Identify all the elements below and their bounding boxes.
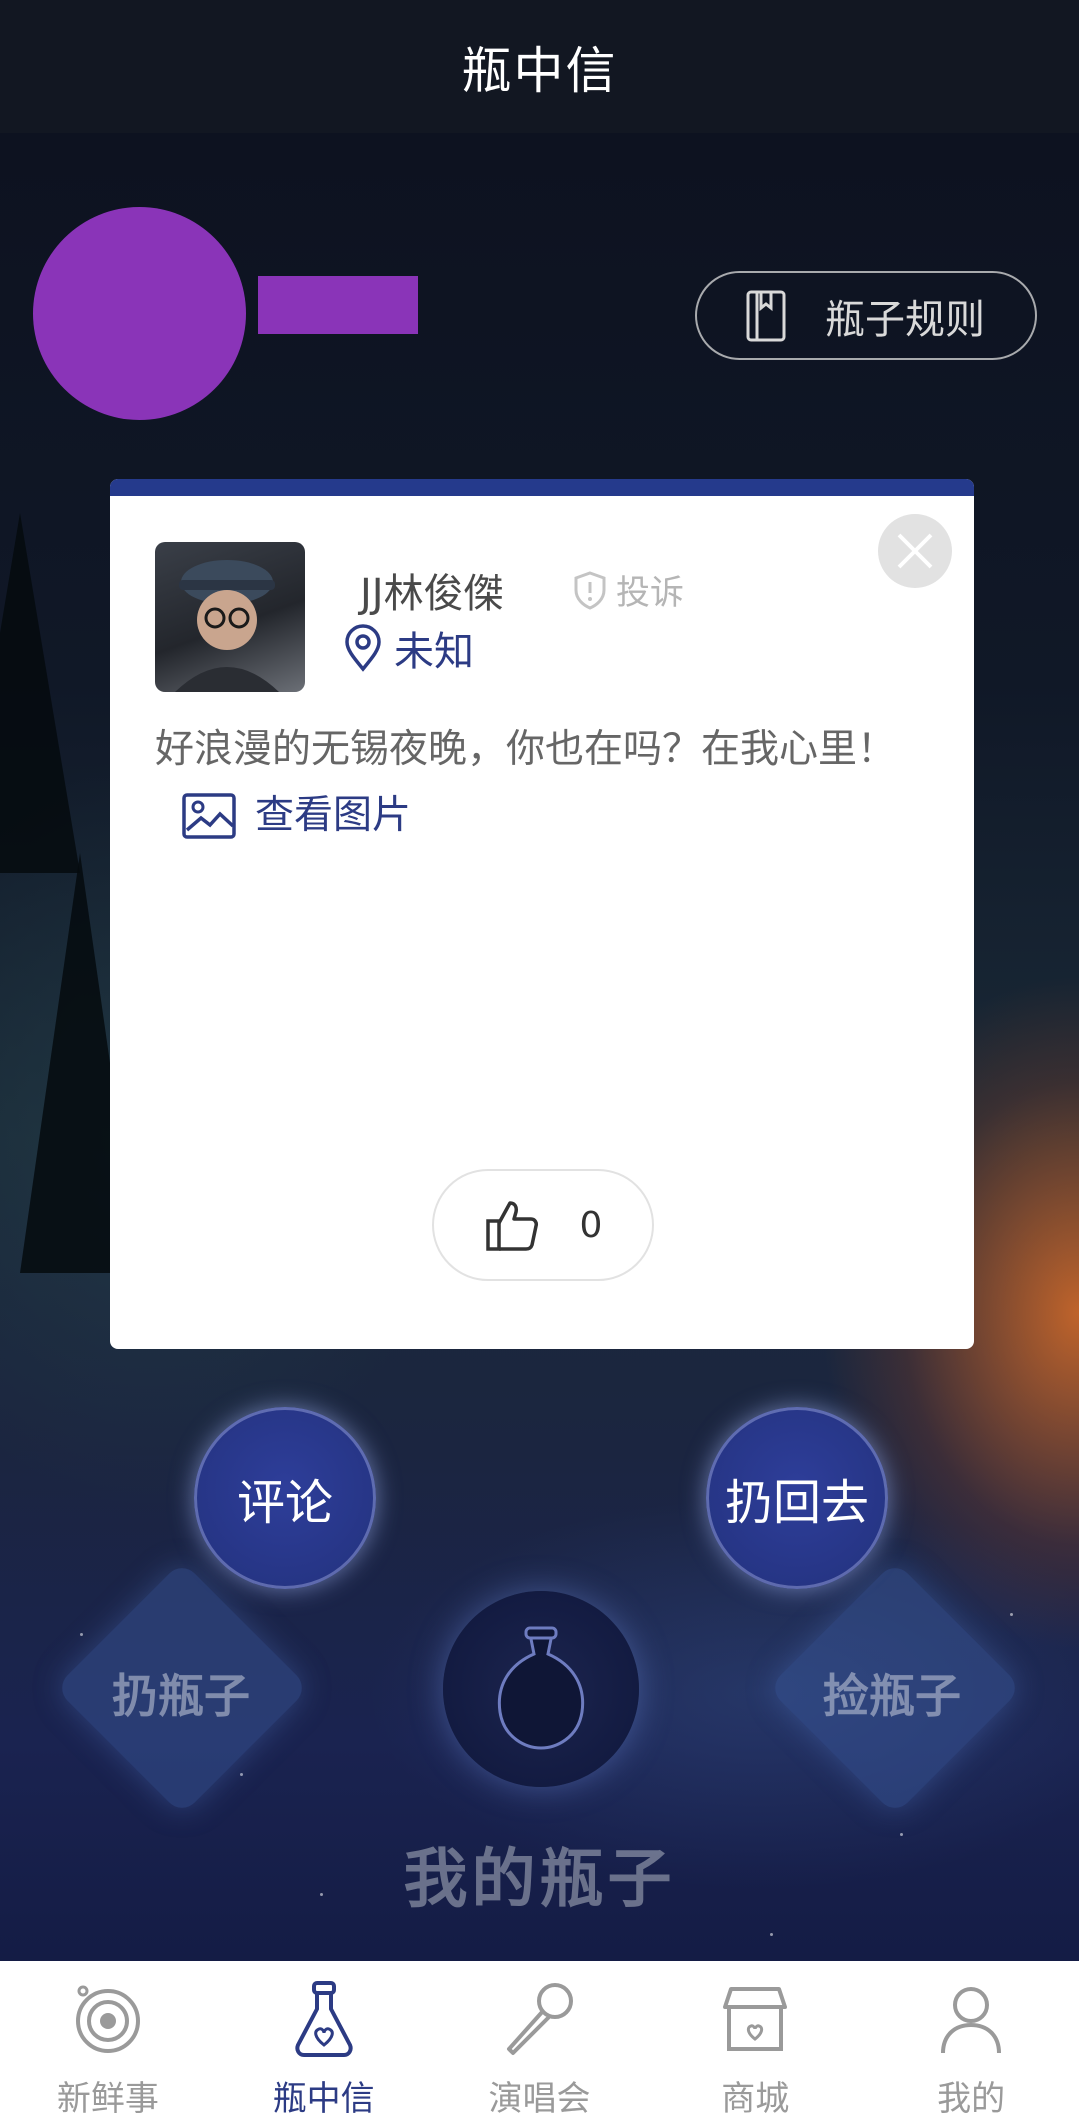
profile-name — [258, 276, 418, 334]
bottle-message-card: JJ林俊傑 投诉 未知 好浪漫的无锡夜晚，你也在吗？在我心里！ 查看图片 0 — [110, 479, 974, 1349]
close-icon — [897, 533, 933, 569]
throw-bottle-label: 扔瓶子 — [112, 1669, 250, 1723]
location-label: 未知 — [394, 629, 474, 675]
image-icon — [182, 793, 236, 839]
tab-store[interactable]: 商城 — [647, 1961, 863, 2123]
tab-bottle-letter[interactable]: 瓶中信 — [216, 1961, 432, 2123]
person-photo-icon — [175, 560, 279, 692]
card-top-stripe — [110, 479, 974, 496]
comment-label: 评论 — [236, 1475, 333, 1531]
view-image-label: 查看图片 — [255, 793, 412, 838]
target-icon — [75, 1985, 140, 2053]
top-bar: 瓶中信 — [0, 0, 1079, 133]
location-pin-icon — [345, 624, 381, 672]
comment-button[interactable]: 评论 — [194, 1407, 376, 1589]
tab-concert[interactable]: 演唱会 — [432, 1961, 648, 2123]
tab-bottle-letter-label: 瓶中信 — [272, 2079, 375, 2119]
like-count: 0 — [579, 1204, 603, 1246]
tab-concert-label: 演唱会 — [488, 2079, 591, 2119]
shield-alert-icon — [574, 570, 606, 610]
bottom-tab-bar: 新鲜事 瓶中信 演唱会 商城 我的 — [0, 1961, 1079, 2123]
tab-news-label: 新鲜事 — [56, 2079, 159, 2119]
like-button[interactable]: 0 — [432, 1169, 654, 1281]
pick-bottle-label: 捡瓶子 — [823, 1669, 961, 1723]
report-label: 投诉 — [616, 573, 684, 613]
throw-back-button[interactable]: 扔回去 — [706, 1407, 888, 1589]
throw-back-label: 扔回去 — [724, 1475, 869, 1531]
book-icon — [746, 290, 786, 341]
my-bottles-label: 我的瓶子 — [403, 1843, 676, 1917]
sender-name: JJ林俊傑 — [360, 571, 504, 617]
report-button[interactable]: 投诉 — [572, 565, 684, 614]
tab-me[interactable]: 我的 — [863, 1961, 1079, 2123]
thumbs-up-icon — [485, 1201, 538, 1251]
page-title: 瓶中信 — [461, 41, 618, 100]
my-bottles-button[interactable] — [443, 1591, 639, 1787]
bottle-icon — [295, 1981, 353, 2057]
bottle-bag-icon — [497, 1626, 585, 1750]
tab-news[interactable]: 新鲜事 — [0, 1961, 216, 2123]
bottle-rules-label: 瓶子规则 — [825, 296, 985, 343]
bottle-rules-button[interactable]: 瓶子规则 — [695, 271, 1037, 360]
user-icon — [941, 1987, 1002, 2054]
microphone-icon — [507, 1983, 574, 2055]
close-button[interactable] — [878, 514, 952, 588]
location: 未知 — [342, 619, 474, 677]
tab-me-label: 我的 — [937, 2079, 1006, 2119]
message-text: 好浪漫的无锡夜晚，你也在吗？在我心里！ — [155, 727, 897, 772]
view-image-link[interactable]: 查看图片 — [181, 783, 411, 849]
store-icon — [723, 1987, 788, 2051]
message-text-block: 好浪漫的无锡夜晚，你也在吗？在我心里！ 查看图片 — [155, 717, 915, 849]
avatar[interactable] — [33, 207, 246, 420]
tab-store-label: 商城 — [721, 2079, 790, 2119]
sender-photo[interactable] — [155, 542, 305, 692]
